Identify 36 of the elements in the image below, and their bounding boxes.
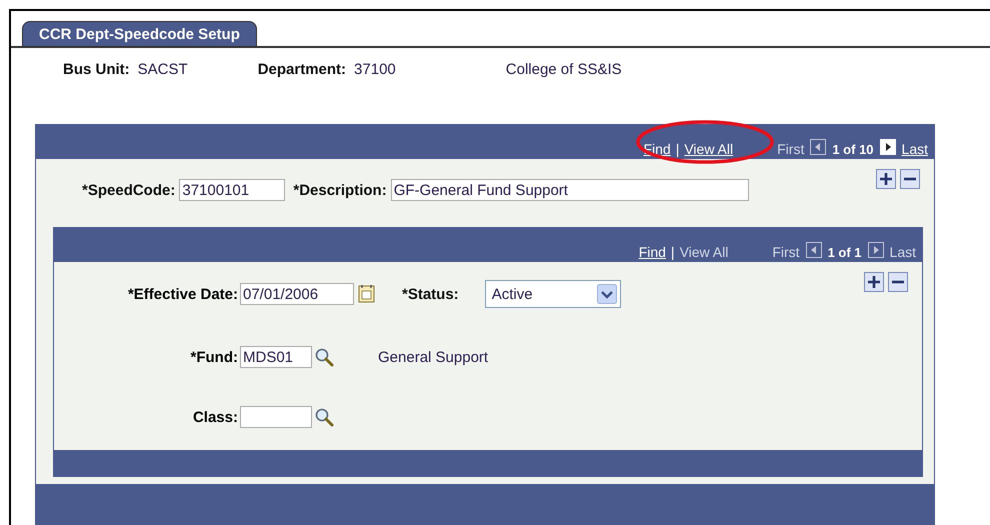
speedcode-field[interactable]: 37100101 [179, 179, 286, 201]
separator: | [676, 141, 680, 157]
separator: | [670, 244, 675, 260]
field-label: *Description: [293, 182, 387, 198]
field-label: *Status: [402, 286, 459, 302]
search-icon[interactable] [314, 407, 334, 427]
calendar-icon[interactable] [358, 284, 376, 304]
field-label: *Effective Date: [126, 286, 239, 302]
plus-icon [879, 172, 893, 186]
status-dropdown[interactable]: Active [484, 280, 621, 308]
field-label: Bus Unit: [63, 60, 130, 78]
add-row-button[interactable] [876, 169, 896, 189]
field-value: SACST [138, 60, 188, 78]
field-label: *SpeedCode: [82, 182, 176, 198]
delete-row-button[interactable] [900, 169, 920, 189]
field-label: Class: [192, 408, 239, 426]
find-link[interactable]: Find [638, 244, 666, 260]
fund-field[interactable]: MDS01 [240, 346, 312, 368]
field-label: *Fund: [190, 348, 239, 366]
delete-row-button[interactable] [888, 272, 908, 292]
department-description: College of SS&IS [506, 60, 622, 78]
fund-description: General Support [378, 348, 488, 366]
class-field[interactable] [240, 406, 312, 428]
plus-icon [867, 275, 881, 289]
dropdown-icon [596, 284, 617, 304]
page-tab[interactable]: CCR Dept-Speedcode Setup [22, 21, 257, 46]
row-count: 1 of 1 [828, 245, 862, 260]
field-label: Department: [258, 60, 346, 78]
row-count: 1 of 10 [832, 142, 874, 157]
description-field[interactable]: GF-General Fund Support [390, 179, 749, 201]
search-icon[interactable] [314, 347, 334, 367]
last-link[interactable]: Last [902, 141, 928, 157]
add-row-button[interactable] [864, 272, 884, 292]
date-field[interactable]: 07/01/2006 [240, 283, 354, 305]
field-value: 37100 [354, 60, 396, 78]
view-all-link[interactable]: View All [684, 141, 734, 157]
